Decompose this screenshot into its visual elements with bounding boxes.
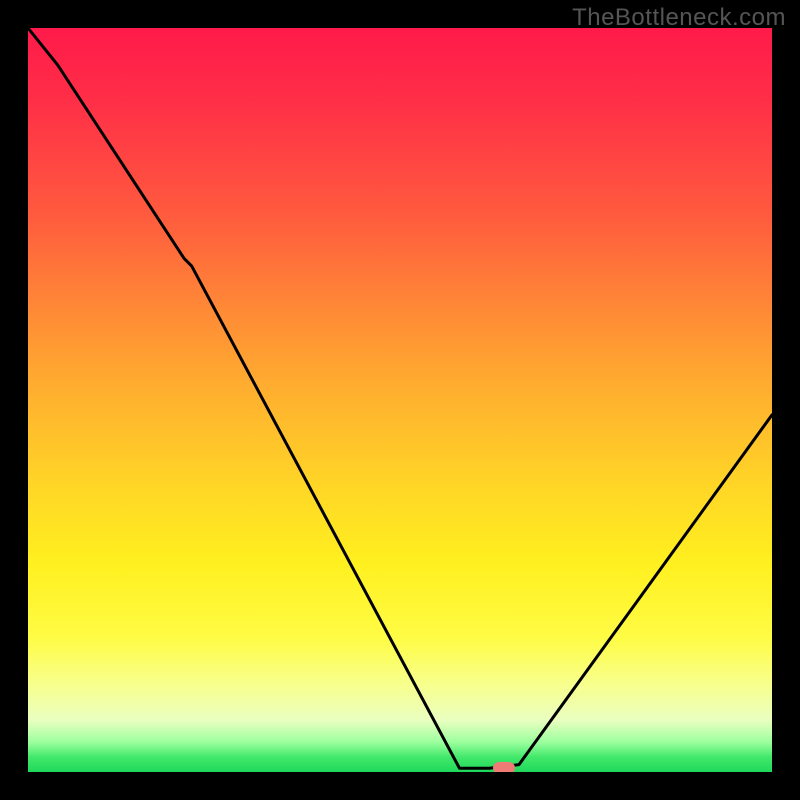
optimal-marker	[493, 762, 515, 772]
bottleneck-curve	[28, 28, 772, 772]
plot-area	[28, 28, 772, 772]
chart-frame: TheBottleneck.com	[0, 0, 800, 800]
watermark-text: TheBottleneck.com	[572, 4, 786, 32]
